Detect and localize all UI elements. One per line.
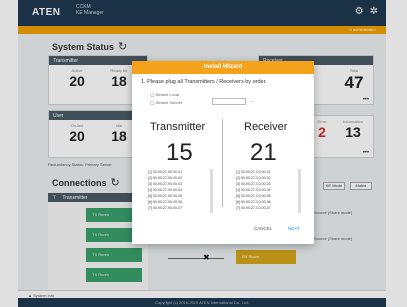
- cancel-button[interactable]: CANCEL: [254, 226, 272, 231]
- receiver-heading: Receiver: [244, 121, 288, 133]
- transmitter-list: [1] 00-90-27-90-00-01 [2] 00-90-27-90-00…: [148, 169, 208, 215]
- radio-search-local-label: Search Local: [155, 92, 179, 97]
- subnet-input[interactable]: [212, 98, 246, 105]
- receiver-count: 21: [250, 139, 277, 166]
- receiver-list: [1] 00-90-27-C0-00-01 [2] 00-90-27-C0-00…: [236, 169, 296, 215]
- ellipsis-icon[interactable]: …: [249, 98, 255, 104]
- column-divider: [222, 119, 223, 207]
- transmitter-count: 15: [166, 139, 193, 166]
- next-button[interactable]: NEXT: [288, 226, 300, 231]
- list-item[interactable]: [7] 00-90-27-90-00-07: [148, 205, 208, 211]
- wizard-title: Install Wizard: [132, 61, 314, 74]
- receiver-scrollbar[interactable]: [298, 169, 301, 213]
- radio-search-subnet[interactable]: ◯ Search Subnet: [150, 100, 182, 105]
- wizard-instruction: 1. Please plug all Transmitters / Receiv…: [141, 79, 267, 85]
- radio-search-subnet-label: Search Subnet: [155, 100, 183, 105]
- install-wizard-dialog: Install Wizard 1. Please plug all Transm…: [132, 61, 314, 244]
- radio-search-local[interactable]: ◯ Search Local: [150, 92, 179, 97]
- transmitter-scrollbar[interactable]: [210, 169, 213, 213]
- list-item[interactable]: [7] 00-90-27-C0-00-07: [236, 205, 296, 211]
- transmitter-heading: Transmitter: [150, 121, 206, 133]
